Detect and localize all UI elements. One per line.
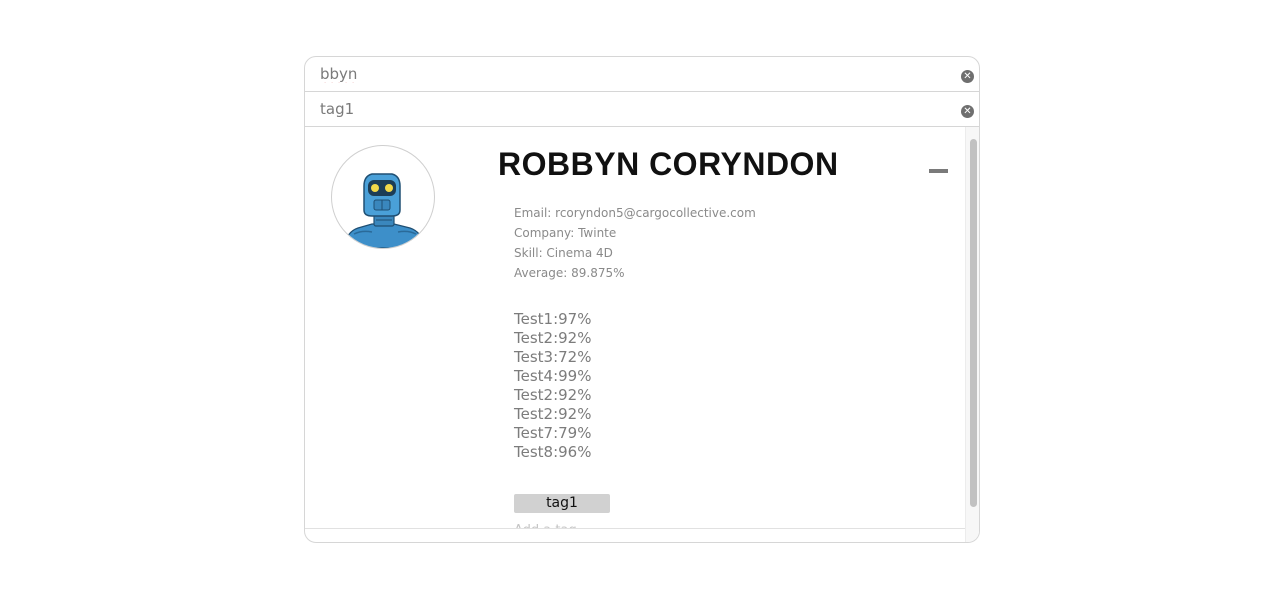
test-grade: Test4:99%	[514, 367, 592, 385]
test-grades-list: Test1:97% Test2:92% Test3:72% Test4:99% …	[514, 310, 591, 462]
scrollbar[interactable]	[965, 127, 979, 542]
tag-search-input[interactable]	[320, 92, 950, 126]
student-card: ROBBYN CORYNDON Email: rcoryndon5@cargoc…	[305, 127, 965, 529]
test-grade: Test2:92%	[514, 386, 592, 404]
test-grade: Test8:96%	[514, 443, 592, 461]
student-email: Email: rcoryndon5@cargocollective.com	[514, 206, 756, 220]
robot-avatar-icon	[331, 145, 435, 249]
name-search-input[interactable]	[320, 57, 950, 91]
student-list-panel: ✕ ✕ ROBBYN C	[304, 56, 980, 543]
name-search-row: ✕	[305, 57, 979, 92]
collapse-minus-icon[interactable]	[929, 169, 948, 173]
test-grade: Test2:92%	[514, 405, 592, 423]
scrollbar-thumb[interactable]	[970, 139, 977, 507]
test-grade: Test3:72%	[514, 348, 592, 366]
student-company: Company: Twinte	[514, 226, 617, 240]
tag-search-row: ✕	[305, 92, 979, 127]
student-details: Email: rcoryndon5@cargocollective.com Co…	[514, 203, 756, 283]
student-average: Average: 89.875%	[514, 266, 625, 280]
tag-chip[interactable]: tag1	[514, 494, 610, 513]
clear-name-search-icon[interactable]: ✕	[961, 70, 974, 83]
test-grade: Test7:79%	[514, 424, 592, 442]
test-grade: Test1:97%	[514, 310, 592, 328]
clear-tag-search-icon[interactable]: ✕	[961, 105, 974, 118]
student-name: ROBBYN CORYNDON	[498, 146, 839, 182]
add-tag-input[interactable]	[514, 520, 714, 528]
student-skill: Skill: Cinema 4D	[514, 246, 613, 260]
test-grade: Test2:92%	[514, 329, 592, 347]
